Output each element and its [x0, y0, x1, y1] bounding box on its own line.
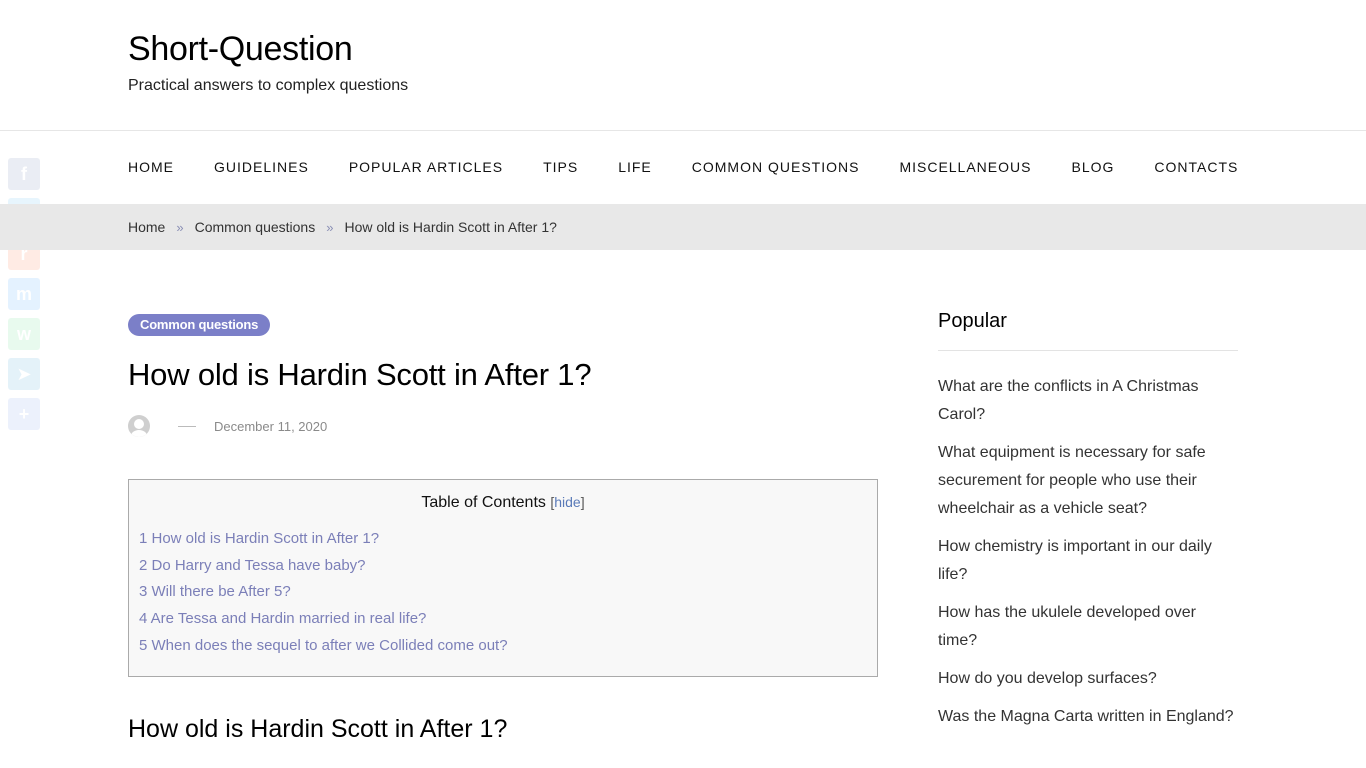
messenger-share-button[interactable]: m — [8, 278, 40, 310]
breadcrumb-bar: Home » Common questions » How old is Har… — [0, 204, 1366, 250]
meta-divider — [178, 425, 196, 427]
nav-item-tips[interactable]: TIPS — [543, 159, 578, 175]
toc-item[interactable]: 3 Will there be After 5? — [139, 583, 877, 610]
nav-item-popular-articles[interactable]: POPULAR ARTICLES — [349, 159, 503, 175]
popular-item[interactable]: How do you develop surfaces? — [938, 665, 1238, 693]
popular-list: What are the conflicts in A Christmas Ca… — [938, 373, 1238, 731]
nav-item-miscellaneous[interactable]: MISCELLANEOUS — [899, 159, 1031, 175]
whatsapp-icon: w — [16, 323, 31, 344]
section-heading: How old is Hardin Scott in After 1? — [128, 715, 508, 743]
nav-list: HOME GUIDELINES POPULAR ARTICLES TIPS LI… — [128, 159, 1278, 175]
category-badge[interactable]: Common questions — [128, 314, 271, 336]
post-date: December 11, 2020 — [214, 418, 328, 434]
share-icon: + — [18, 403, 30, 424]
popular-item[interactable]: What equipment is necessary for safe sec… — [938, 439, 1238, 523]
nav-item-life[interactable]: LIFE — [618, 159, 652, 175]
breadcrumb-separator-icon: » — [176, 219, 184, 235]
whatsapp-share-button[interactable]: w — [8, 318, 40, 350]
site-tagline: Practical answers to complex questions — [128, 77, 409, 94]
popular-item[interactable]: How chemistry is important in our daily … — [938, 533, 1238, 589]
table-of-contents: Table of Contents [hide] 1 How old is Ha… — [128, 479, 878, 677]
toc-hide-link[interactable]: hide — [554, 494, 580, 510]
popular-item[interactable]: How has the ukulele developed over time? — [938, 599, 1238, 655]
breadcrumb-separator-icon: » — [326, 219, 334, 235]
toc-title: Table of Contents — [421, 494, 546, 511]
toc-header: Table of Contents [hide] — [129, 494, 877, 512]
toc-list: 1 How old is Hardin Scott in After 1? 2 … — [139, 530, 877, 663]
telegram-share-button[interactable]: ➤ — [8, 358, 40, 390]
nav-item-common-questions[interactable]: COMMON QUESTIONS — [692, 159, 860, 175]
breadcrumb-home[interactable]: Home — [128, 219, 165, 235]
nav-item-blog[interactable]: BLOG — [1071, 159, 1114, 175]
telegram-icon: ➤ — [16, 363, 32, 384]
nav-item-contacts[interactable]: CONTACTS — [1154, 159, 1238, 175]
popular-item[interactable]: What are the conflicts in A Christmas Ca… — [938, 373, 1238, 429]
toc-item[interactable]: 5 When does the sequel to after we Colli… — [139, 637, 877, 664]
nav-item-home[interactable]: HOME — [128, 159, 174, 175]
post-title: How old is Hardin Scott in After 1? — [128, 357, 592, 392]
popular-widget-title: Popular — [938, 310, 1238, 351]
toc-item[interactable]: 1 How old is Hardin Scott in After 1? — [139, 530, 877, 557]
toc-item[interactable]: 4 Are Tessa and Hardin married in real l… — [139, 610, 877, 637]
breadcrumb-current: How old is Hardin Scott in After 1? — [344, 219, 557, 235]
more-share-button[interactable]: + — [8, 398, 40, 430]
site-title[interactable]: Short-Question — [128, 30, 353, 69]
author-avatar-icon[interactable] — [128, 415, 150, 437]
main-navigation: HOME GUIDELINES POPULAR ARTICLES TIPS LI… — [0, 131, 1366, 204]
toc-item[interactable]: 2 Do Harry and Tessa have baby? — [139, 557, 877, 584]
post-meta: December 11, 2020 — [128, 414, 878, 438]
article: Common questions How old is Hardin Scott… — [128, 314, 878, 744]
site-header: Short-Question Practical answers to comp… — [0, 0, 1366, 131]
breadcrumb-common-questions[interactable]: Common questions — [195, 219, 316, 235]
messenger-icon: m — [15, 283, 32, 304]
sidebar: Popular What are the conflicts in A Chri… — [938, 310, 1238, 741]
nav-item-guidelines[interactable]: GUIDELINES — [214, 159, 309, 175]
toc-hide-toggle: [hide] — [550, 494, 585, 510]
popular-item[interactable]: Was the Magna Carta written in England? — [938, 703, 1238, 731]
breadcrumb: Home » Common questions » How old is Har… — [128, 219, 557, 235]
